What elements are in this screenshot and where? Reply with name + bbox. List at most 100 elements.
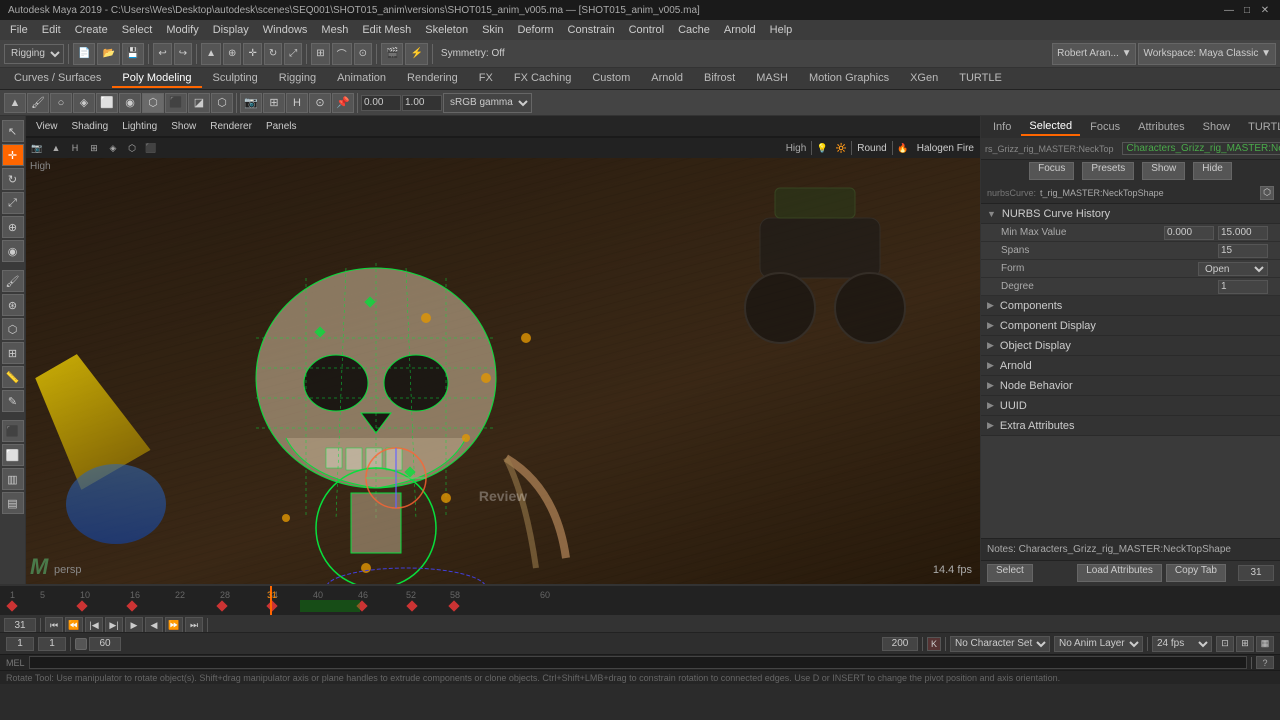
tab-fx-caching[interactable]: FX Caching [504, 70, 581, 88]
workspace-btn[interactable]: Workspace: Maya Classic ▼ [1138, 43, 1276, 65]
gamma-dropdown[interactable]: sRGB gamma [443, 93, 532, 113]
vp-grid-btn[interactable]: ⊞ [85, 140, 103, 156]
show-man-tool[interactable]: ⬡ [2, 318, 24, 340]
auto-key-btn[interactable]: K [927, 637, 941, 651]
right-tab-info[interactable]: Info [985, 119, 1019, 135]
user-name-btn[interactable]: Robert Aran... ▼ [1052, 43, 1136, 65]
menu-editmesh[interactable]: Edit Mesh [356, 22, 417, 38]
render-view-btn[interactable]: 🎬 [381, 43, 403, 65]
start-field2[interactable] [38, 637, 66, 651]
menu-modify[interactable]: Modify [160, 22, 204, 38]
focus-button[interactable]: Focus [1029, 162, 1074, 180]
render-layers-btn[interactable]: ▥ [2, 468, 24, 490]
menu-create[interactable]: Create [69, 22, 114, 38]
load-attributes-button[interactable]: Load Attributes [1077, 564, 1162, 582]
vp-xray-btn[interactable]: ⬡ [123, 140, 141, 156]
obj-name-field[interactable]: Characters_Grizz_rig_MASTER:NeckTopShape [1122, 142, 1280, 155]
tab-sculpting[interactable]: Sculpting [203, 70, 268, 88]
menu-windows[interactable]: Windows [257, 22, 314, 38]
form-dropdown[interactable]: Open Closed Periodic [1198, 262, 1268, 276]
menu-deform[interactable]: Deform [511, 22, 559, 38]
components-section-header[interactable]: ▶ Components [981, 296, 1280, 316]
menu-skeleton[interactable]: Skeleton [419, 22, 474, 38]
vp-menu-view[interactable]: View [30, 119, 64, 134]
fps-dropdown[interactable]: 24 fps 30 fps [1152, 636, 1212, 652]
frame-number-field[interactable] [1238, 565, 1274, 581]
tab-fx[interactable]: FX [469, 70, 503, 88]
tab-mash[interactable]: MASH [746, 70, 798, 88]
move-tool[interactable]: ✛ [2, 144, 24, 166]
rotate-gizmo[interactable] [356, 438, 436, 518]
vp-light1-btn[interactable]: 💡 [813, 140, 831, 156]
create-poly-btn[interactable]: ⬛ [2, 420, 24, 442]
go-start-btn[interactable]: ⏮ [45, 617, 63, 632]
extrude-btn[interactable]: ⬡ [211, 93, 233, 113]
right-tab-show[interactable]: Show [1195, 119, 1239, 135]
object-display-header[interactable]: ▶ Object Display [981, 336, 1280, 356]
tab-curves-surfaces[interactable]: Curves / Surfaces [4, 70, 111, 88]
node-behavior-header[interactable]: ▶ Node Behavior [981, 376, 1280, 396]
wire-btn[interactable]: ⬜ [96, 93, 118, 113]
select-tool-btn[interactable]: ▲ [201, 43, 221, 65]
view-btn-1[interactable]: ⊡ [1216, 636, 1234, 652]
tab-turtle[interactable]: TURTLE [949, 70, 1012, 88]
right-tab-attributes[interactable]: Attributes [1130, 119, 1192, 135]
select-mode-btn[interactable]: ▲ [4, 93, 26, 113]
min-value-field[interactable] [1164, 226, 1214, 240]
paint-skin-tool[interactable]: ⊛ [2, 294, 24, 316]
display-layer-btn[interactable]: ▤ [2, 492, 24, 514]
range-end-field[interactable] [89, 637, 121, 651]
range-start-handle[interactable] [75, 638, 87, 650]
timeline-track[interactable]: 1 5 10 16 22 28 34 40 46 52 58 60 31 [0, 585, 1280, 615]
tab-custom[interactable]: Custom [582, 70, 640, 88]
snap-point-btn[interactable]: ⊙ [354, 43, 372, 65]
rotate-tool[interactable]: ↻ [2, 168, 24, 190]
component-display-header[interactable]: ▶ Component Display [981, 316, 1280, 336]
view-btn-3[interactable]: ▦ [1256, 636, 1274, 652]
soft-sel-btn[interactable]: ◉ [119, 93, 141, 113]
ipr-btn[interactable]: ⚡ [405, 43, 427, 65]
annotation-tool[interactable]: ✎ [2, 390, 24, 412]
tab-xgen[interactable]: XGen [900, 70, 948, 88]
minimize-button[interactable]: — [1222, 3, 1236, 17]
rotate-tool-btn[interactable]: ↻ [264, 43, 282, 65]
tab-bifrost[interactable]: Bifrost [694, 70, 745, 88]
presets-button[interactable]: Presets [1082, 162, 1134, 180]
current-frame-field[interactable] [4, 618, 36, 632]
select-button[interactable]: Select [987, 564, 1033, 582]
uuid-section-header[interactable]: ▶ UUID [981, 396, 1280, 416]
redo-btn[interactable]: ↪ [174, 43, 192, 65]
tab-rendering[interactable]: Rendering [397, 70, 468, 88]
anim-layer-dropdown[interactable]: No Anim Layer [1054, 636, 1143, 652]
pin-btn[interactable]: 📌 [332, 93, 354, 113]
extra-attr-header[interactable]: ▶ Extra Attributes [981, 416, 1280, 436]
right-tab-focus[interactable]: Focus [1082, 119, 1128, 135]
tab-arnold[interactable]: Arnold [641, 70, 693, 88]
help-line-toggle[interactable]: ? [1256, 656, 1274, 669]
tab-motion-graphics[interactable]: Motion Graphics [799, 70, 899, 88]
show-button[interactable]: Show [1142, 162, 1185, 180]
value-field-1[interactable] [361, 95, 401, 111]
vp-menu-lighting[interactable]: Lighting [116, 119, 163, 134]
vp-light2-btn[interactable]: 🔆 [832, 140, 850, 156]
smooth-btn[interactable]: ⬡ [142, 93, 164, 113]
vp-menu-panels[interactable]: Panels [260, 119, 303, 134]
create-nurbs-btn[interactable]: ⬜ [2, 444, 24, 466]
vp-wire-btn[interactable]: ⬛ [142, 140, 160, 156]
sel-btn2[interactable]: ⊙ [309, 93, 331, 113]
degree-field[interactable] [1218, 280, 1268, 294]
step-back-btn[interactable]: ⏪ [65, 617, 83, 632]
open-btn[interactable]: 📂 [97, 43, 119, 65]
nurbs-expand-btn[interactable]: ⬡ [1260, 186, 1274, 200]
vp-hud-btn[interactable]: H [66, 140, 84, 156]
new-scene-btn[interactable]: 📄 [73, 43, 95, 65]
soft-mod-tool[interactable]: ◉ [2, 240, 24, 262]
prev-key-btn[interactable]: |◀ [85, 617, 103, 632]
hide-button[interactable]: Hide [1193, 162, 1232, 180]
menu-file[interactable]: File [4, 22, 34, 38]
snap-tool[interactable]: ⊞ [2, 342, 24, 364]
close-button[interactable]: ✕ [1258, 3, 1272, 17]
snap-curve-btn[interactable]: ⌒ [332, 43, 352, 65]
menu-select[interactable]: Select [116, 22, 159, 38]
maximize-button[interactable]: □ [1240, 3, 1254, 17]
